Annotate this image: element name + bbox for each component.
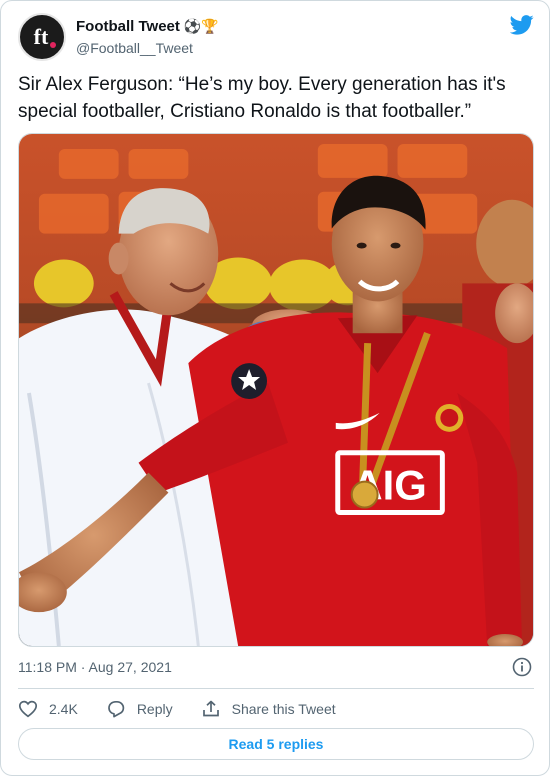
- timestamp[interactable]: 11:18 PM · Aug 27, 2021: [18, 659, 172, 675]
- heart-icon: [18, 700, 38, 718]
- reply-button[interactable]: Reply: [106, 699, 173, 719]
- tweet-meta: 11:18 PM · Aug 27, 2021: [18, 657, 534, 677]
- share-label: Share this Tweet: [231, 701, 336, 717]
- avatar[interactable]: ft: [18, 13, 66, 61]
- photo-illustration: AIG: [19, 134, 533, 646]
- svg-text:ft: ft: [34, 24, 49, 49]
- reply-icon: [107, 700, 125, 718]
- author-names: Football Tweet ⚽️🏆 @Football__Tweet: [76, 17, 219, 58]
- reply-label: Reply: [136, 701, 173, 717]
- tweet-card: ft Football Tweet ⚽️🏆 @Football__Tweet Si…: [0, 0, 550, 776]
- twitter-bird-icon[interactable]: [510, 15, 534, 35]
- share-button[interactable]: Share this Tweet: [201, 699, 336, 719]
- tweet-actions: 2.4K Reply Share this Tweet: [18, 698, 534, 720]
- avatar-logo-icon: ft: [21, 16, 63, 58]
- name-emoji: ⚽️🏆: [183, 18, 219, 34]
- like-button[interactable]: 2.4K: [18, 699, 78, 719]
- divider: [18, 688, 534, 689]
- read-replies-button[interactable]: Read 5 replies: [18, 728, 534, 760]
- tweet-photo[interactable]: AIG: [18, 133, 534, 647]
- tweet-text: Sir Alex Ferguson: “He’s my boy. Every g…: [18, 74, 506, 122]
- tweet-header: ft Football Tweet ⚽️🏆 @Football__Tweet: [18, 13, 534, 61]
- display-name[interactable]: Football Tweet: [76, 17, 180, 37]
- handle[interactable]: @Football__Tweet: [76, 38, 219, 58]
- info-icon[interactable]: [512, 657, 532, 677]
- share-icon: [202, 700, 219, 717]
- like-count: 2.4K: [49, 701, 78, 717]
